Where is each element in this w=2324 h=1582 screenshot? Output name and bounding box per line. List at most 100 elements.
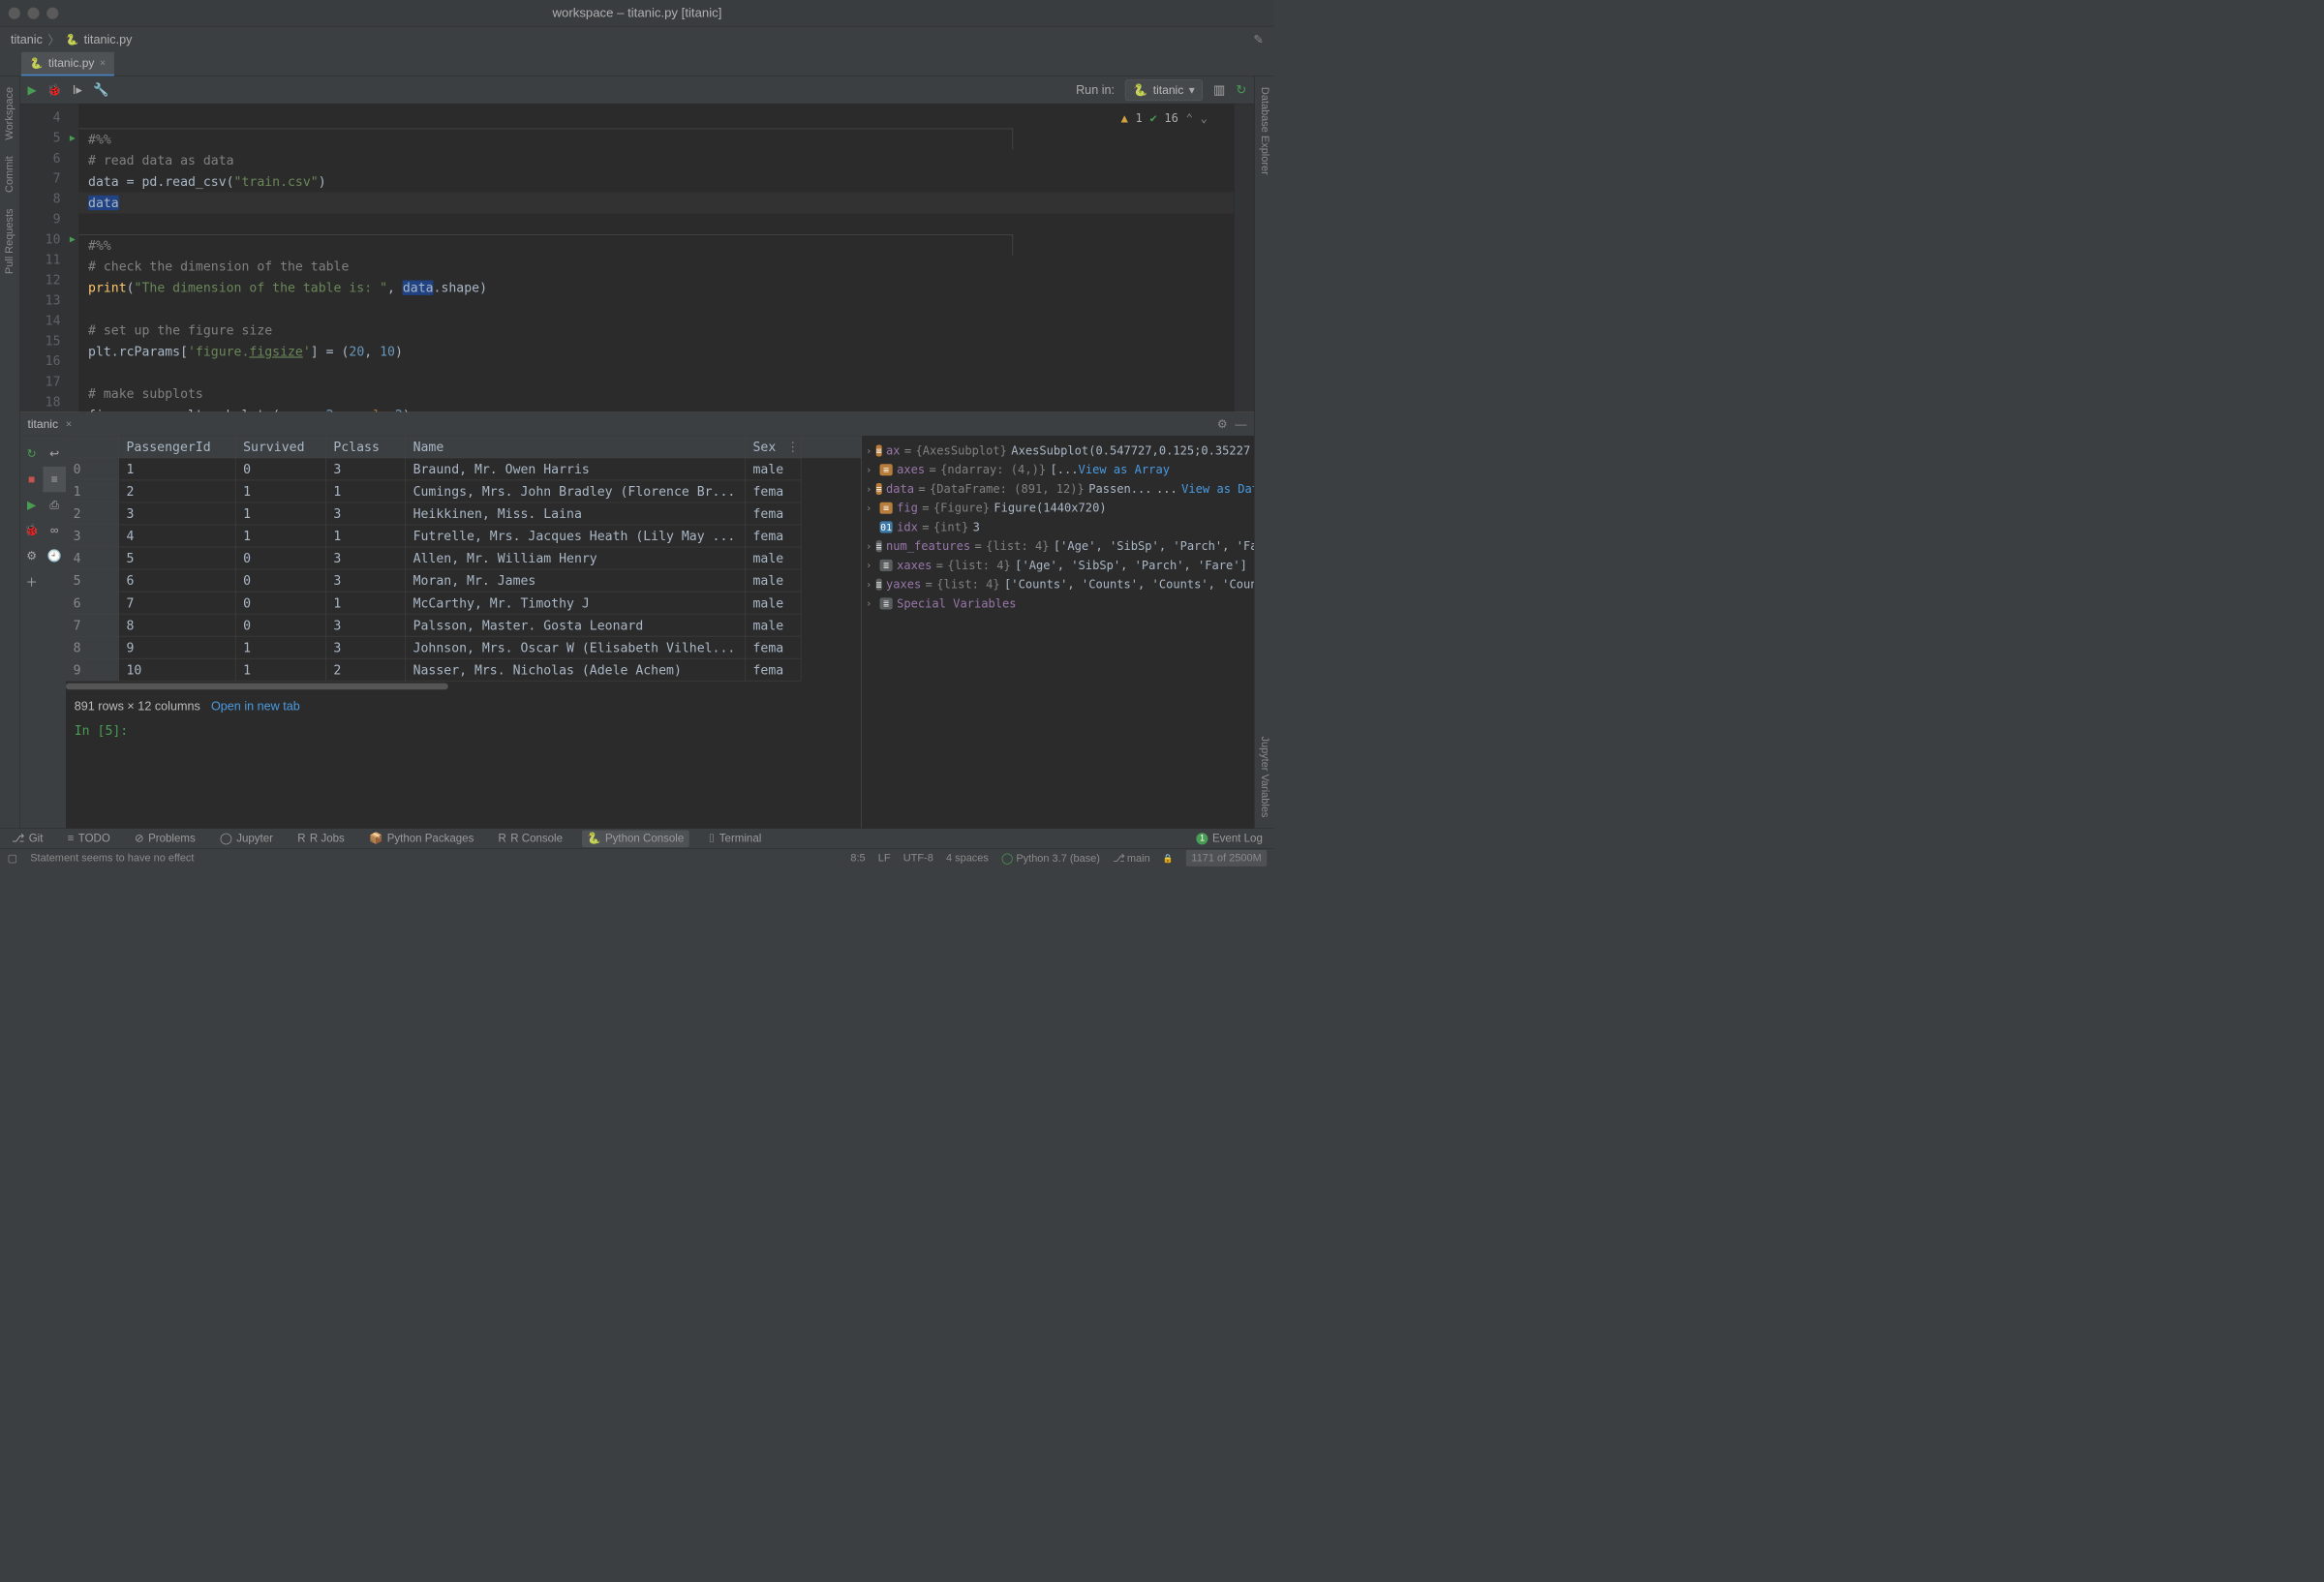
- run-cell-marker-icon[interactable]: ▶: [70, 233, 76, 245]
- table-row[interactable]: 2 3 1 3 Heikkinen, Miss. Laina fema: [66, 502, 861, 525]
- jupyter-variables-tool[interactable]: Jupyter Variables: [1258, 736, 1270, 817]
- gutter-line[interactable]: 10▶: [20, 229, 78, 250]
- code-line[interactable]: [78, 362, 1234, 383]
- tw-problems[interactable]: ⊘Problems: [130, 830, 201, 847]
- variable-row[interactable]: › ≣ yaxes = {list: 4} ['Counts', 'Counts…: [862, 575, 1254, 594]
- wrap-icon[interactable]: ↩: [43, 441, 66, 467]
- gutter-line[interactable]: 15: [20, 331, 78, 351]
- variable-row[interactable]: › ≣ Special Variables: [862, 594, 1254, 614]
- settings-icon[interactable]: 🔧: [93, 82, 108, 98]
- lock-icon[interactable]: [1163, 852, 1174, 865]
- vars-icon[interactable]: ≡: [43, 467, 66, 492]
- nav-up-icon[interactable]: ⌃: [1186, 108, 1193, 130]
- cursor-position[interactable]: 8:5: [850, 852, 865, 865]
- expand-icon[interactable]: ›: [866, 560, 875, 571]
- variable-row[interactable]: › ≡ axes = {ndarray: (4,)} [...View as A…: [862, 460, 1254, 479]
- gutter-line[interactable]: 18: [20, 391, 78, 411]
- maximize-window-button[interactable]: [46, 7, 58, 18]
- tw-jupyter[interactable]: ◯Jupyter: [214, 830, 278, 847]
- tw-python-packages[interactable]: 📦Python Packages: [363, 830, 478, 847]
- code-line[interactable]: # make subplots: [78, 383, 1234, 405]
- warning-icon[interactable]: ▲: [1121, 108, 1128, 130]
- table-row[interactable]: 9 10 1 2 Nasser, Mrs. Nicholas (Adele Ac…: [66, 658, 861, 681]
- edit-icon[interactable]: ✎: [1253, 32, 1264, 46]
- code-line[interactable]: #%%: [78, 234, 1013, 256]
- gutter-line[interactable]: 11: [20, 250, 78, 270]
- gutter-line[interactable]: 4: [20, 107, 78, 128]
- code-line[interactable]: [78, 107, 1234, 129]
- gutter-line[interactable]: 8: [20, 189, 78, 209]
- breadcrumb-file[interactable]: titanic.py: [84, 32, 133, 46]
- variable-row[interactable]: › ≡ data = {DataFrame: (891, 12)} Passen…: [862, 479, 1254, 499]
- indent-setting[interactable]: 4 spaces: [946, 852, 989, 865]
- df-col-header[interactable]: Survived: [235, 436, 325, 458]
- expand-icon[interactable]: ›: [866, 502, 875, 514]
- code-line[interactable]: # check the dimension of the table: [78, 256, 1234, 277]
- open-in-new-tab-link[interactable]: Open in new tab: [211, 699, 300, 713]
- table-row[interactable]: 0 1 0 3 Braund, Mr. Owen Harris male: [66, 458, 861, 480]
- df-index-header[interactable]: [66, 436, 119, 458]
- gear-icon[interactable]: ⚙: [1217, 417, 1228, 431]
- tw-rjobs[interactable]: RR Jobs: [292, 830, 351, 847]
- expand-icon[interactable]: ›: [866, 579, 872, 591]
- variable-row[interactable]: 01 idx = {int} 3: [862, 518, 1254, 537]
- expand-icon[interactable]: ›: [866, 540, 872, 552]
- tool-windows-icon[interactable]: ▢: [8, 851, 17, 865]
- code-line[interactable]: plt.rcParams['figure.figsize'] = (20, 10…: [78, 341, 1234, 362]
- link-icon[interactable]: ∞: [43, 518, 66, 543]
- table-row[interactable]: 8 9 1 3 Johnson, Mrs. Oscar W (Elisabeth…: [66, 636, 861, 658]
- gutter-line[interactable]: 14: [20, 311, 78, 331]
- history-icon[interactable]: 🕘: [43, 543, 66, 568]
- table-row[interactable]: 3 4 1 1 Futrelle, Mrs. Jacques Heath (Li…: [66, 525, 861, 547]
- table-row[interactable]: 1 2 1 1 Cumings, Mrs. John Bradley (Flor…: [66, 480, 861, 502]
- gutter-line[interactable]: 13: [20, 290, 78, 311]
- close-window-button[interactable]: [9, 7, 20, 18]
- minimize-panel-icon[interactable]: —: [1235, 417, 1246, 431]
- step-icon[interactable]: I▸: [73, 82, 82, 98]
- code-line[interactable]: data: [78, 192, 1234, 213]
- code-line[interactable]: print("The dimension of the table is: ",…: [78, 277, 1234, 298]
- gutter-line[interactable]: 17: [20, 372, 78, 392]
- view-as-link[interactable]: View as DataFrame: [1181, 482, 1254, 496]
- df-col-header[interactable]: Pclass: [326, 436, 406, 458]
- stop-icon[interactable]: ■: [20, 467, 44, 492]
- code-line[interactable]: fig, axes = plt.subplots(nrows=2, ncols=…: [78, 405, 1234, 412]
- close-tab-icon[interactable]: ×: [100, 57, 106, 70]
- table-row[interactable]: 5 6 0 3 Moran, Mr. James male: [66, 569, 861, 592]
- ok-icon[interactable]: ✔: [1149, 108, 1156, 130]
- df-col-header[interactable]: Name: [406, 436, 746, 458]
- code-line[interactable]: #%%: [78, 129, 1013, 150]
- gutter-line[interactable]: 5▶: [20, 128, 78, 148]
- git-branch[interactable]: main: [1113, 851, 1150, 865]
- table-row[interactable]: 4 5 0 3 Allen, Mr. William Henry male: [66, 547, 861, 569]
- workspace-tool[interactable]: Workspace: [4, 87, 16, 140]
- layout-icon[interactable]: ▥: [1213, 82, 1225, 98]
- code-line[interactable]: [78, 298, 1234, 319]
- table-row[interactable]: 7 8 0 3 Palsson, Master. Gosta Leonard m…: [66, 614, 861, 636]
- code-line[interactable]: # set up the figure size: [78, 319, 1234, 341]
- code-area[interactable]: ▲ 1 ✔ 16 ⌃ ⌄ #%%# read data as datadata …: [78, 104, 1234, 411]
- gutter-line[interactable]: 6: [20, 148, 78, 168]
- tw-r-console[interactable]: RR Console: [493, 830, 567, 847]
- run-cell-marker-icon[interactable]: ▶: [70, 132, 76, 143]
- variable-row[interactable]: › ≣ xaxes = {list: 4} ['Age', 'SibSp', '…: [862, 556, 1254, 575]
- code-line[interactable]: [78, 213, 1234, 234]
- expand-icon[interactable]: ›: [866, 598, 875, 610]
- tw-event-log[interactable]: 1Event Log: [1191, 830, 1268, 847]
- input-prompt[interactable]: In [5]:: [66, 714, 861, 747]
- gutter-line[interactable]: 12: [20, 270, 78, 290]
- tab-titanic-py[interactable]: 🐍 titanic.py ×: [21, 52, 114, 76]
- expand-icon[interactable]: ›: [866, 483, 872, 495]
- interpreter-select[interactable]: 🐍 titanic ▾: [1125, 79, 1203, 101]
- line-separator[interactable]: LF: [878, 852, 891, 865]
- minimize-window-button[interactable]: [28, 7, 40, 18]
- view-as-link[interactable]: View as Array: [1079, 463, 1170, 476]
- tw-terminal[interactable]: ⌷Terminal: [703, 830, 767, 847]
- run-icon[interactable]: ▶: [20, 492, 44, 517]
- breadcrumb-project[interactable]: titanic: [11, 32, 43, 46]
- code-editor[interactable]: 45▶678910▶1112131415161718 ▲ 1 ✔ 16 ⌃ ⌄ …: [20, 104, 1254, 411]
- interpreter-status[interactable]: ◯ Python 3.7 (base): [1001, 851, 1100, 865]
- restart-icon[interactable]: ↻: [20, 441, 44, 467]
- database-explorer-tool[interactable]: Database Explorer: [1258, 87, 1270, 175]
- memory-indicator[interactable]: 1171 of 2500M: [1186, 850, 1267, 867]
